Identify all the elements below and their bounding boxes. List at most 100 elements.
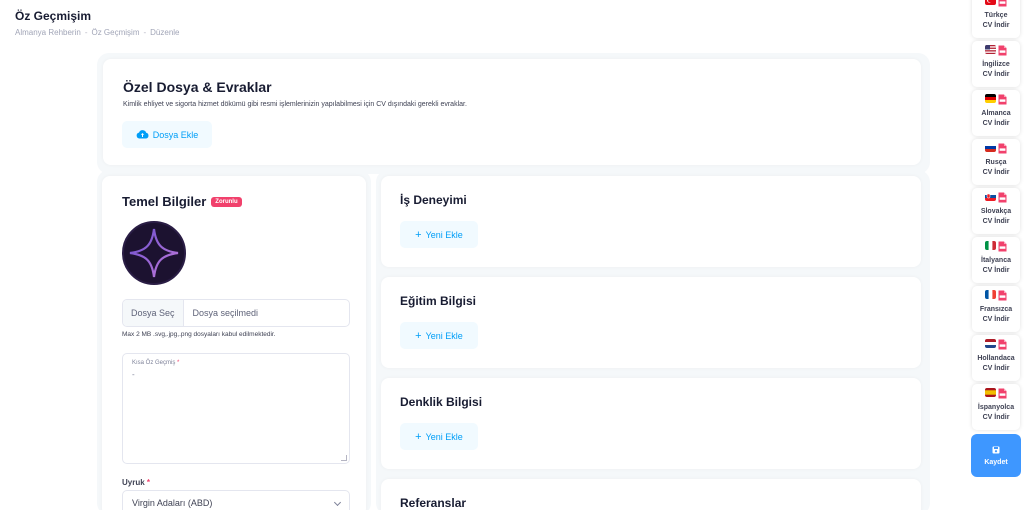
save-button[interactable]: Kaydet [971,434,1021,477]
avatar [122,221,186,285]
cv-download-label: CV İndir [982,218,1010,225]
breadcrumb: Almanya Rehberin - Öz Geçmişim - Düzenle [15,28,180,37]
references-card: Referanslar [381,479,921,510]
docs-description: Kimlik ehliyet ve sigorta hizmet dökümü … [123,101,467,108]
plus-icon: + [415,228,422,241]
flag-es-icon [985,388,996,397]
pdf-icon [998,0,1007,7]
equivalence-card: Denklik Bilgisi + Yeni Ekle [381,378,921,469]
flag-de-icon [985,94,996,103]
cv-download-fr[interactable]: Fransızca CV İndir [972,286,1020,332]
file-status: Dosya seçilmedi [192,308,259,318]
cv-download-nl[interactable]: Hollandaca CV İndir [972,335,1020,381]
flag-fr-icon [985,290,996,299]
save-label: Kaydet [984,458,1008,466]
sections-wrapper: İş Deneyimi + Yeni Ekle Eğitim Bilgisi +… [376,170,930,510]
page-title: Öz Geçmişim [15,9,92,23]
pdf-icon [998,388,1007,399]
side-icons [985,0,1007,8]
add-experience-button[interactable]: + Yeni Ekle [400,221,478,248]
avatar-file-input[interactable]: Dosya Seç Dosya seçilmedi [122,299,350,327]
docs-section-wrapper: Özel Dosya & Evraklar Kimlik ehliyet ve … [97,53,930,174]
pdf-icon [998,94,1007,105]
pdf-icon [998,290,1007,301]
cv-download-ru[interactable]: Rusça CV İndir [972,139,1020,185]
language-label: Almanca [981,110,1011,117]
language-label: İspanyolca [977,404,1015,411]
breadcrumb-separator: - [84,28,88,37]
side-icons [985,45,1007,57]
flag-sk-icon [985,192,996,201]
cv-download-it[interactable]: İtalyanca CV İndir [972,237,1020,283]
education-title: Eğitim Bilgisi [400,294,477,308]
resize-handle-icon[interactable] [341,455,347,461]
breadcrumb-item-edit: Düzenle [150,28,180,37]
file-hint: Max 2 MB .svg,.jpg,.png dosyaları kabul … [122,331,276,338]
language-label: Fransızca [979,306,1013,313]
side-icons [985,388,1007,400]
experience-card: İş Deneyimi + Yeni Ekle [381,176,921,267]
language-label: Slovakça [980,208,1012,215]
language-label: İtalyanca [981,257,1011,264]
side-icons [985,339,1007,351]
chevron-down-icon [333,498,342,507]
education-card: Eğitim Bilgisi + Yeni Ekle [381,277,921,368]
experience-title: İş Deneyimi [400,193,467,207]
breadcrumb-separator: - [143,28,147,37]
cv-download-de[interactable]: Almanca CV İndir [972,90,1020,136]
flag-nl-icon [985,339,996,348]
references-title: Referanslar [400,496,467,510]
flag-it-icon [985,241,996,250]
pdf-icon [998,339,1007,350]
cv-download-es[interactable]: İspanyolca CV İndir [972,384,1020,430]
cv-download-sk[interactable]: Slovakça CV İndir [972,188,1020,234]
docs-title: Özel Dosya & Evraklar [123,79,272,95]
short-summary-label: Kısa Öz Geçmiş * [132,360,180,366]
side-icons [985,94,1007,106]
flag-tr-icon [985,0,996,5]
cv-download-label: CV İndir [982,316,1010,323]
add-education-button[interactable]: + Yeni Ekle [400,322,478,349]
language-label: Rusça [985,159,1007,166]
choose-file-button[interactable]: Dosya Seç [123,300,184,326]
flag-ru-icon [985,143,996,152]
side-icons [985,290,1007,302]
page-header: Öz Geçmişim Almanya Rehberin - Öz Geçmiş… [15,9,180,37]
basic-info-title: Temel Bilgiler Zorunlu [122,194,242,209]
pdf-icon [998,45,1007,56]
plus-icon: + [415,329,422,342]
cv-download-label: CV İndir [982,71,1010,78]
nationality-label: Uyruk * [122,478,151,487]
language-label: Hollandaca [977,355,1015,362]
add-document-label: Dosya Ekle [152,129,199,140]
breadcrumb-item-home[interactable]: Almanya Rehberin [15,28,81,37]
cloud-upload-icon [136,129,149,141]
breadcrumb-item-cv[interactable]: Öz Geçmişim [91,28,139,37]
flag-us-icon [985,45,996,54]
side-icons [985,241,1007,253]
basic-info-wrapper: Temel Bilgiler Zorunlu Dosya Seç Dosya s… [97,170,371,510]
docs-card: Özel Dosya & Evraklar Kimlik ehliyet ve … [103,59,921,165]
plus-icon: + [415,430,422,443]
nationality-select[interactable]: Virgin Adaları (ABD) [122,490,350,510]
save-icon [992,446,1000,456]
cv-download-us[interactable]: İngilizce CV İndir [972,41,1020,87]
cv-download-label: CV İndir [982,22,1010,29]
short-summary-textarea[interactable]: Kısa Öz Geçmiş * - [122,353,350,464]
pdf-icon [998,192,1007,203]
add-education-label: Yeni Ekle [425,330,463,341]
add-experience-label: Yeni Ekle [425,229,463,240]
cv-download-label: CV İndir [982,267,1010,274]
add-document-button[interactable]: Dosya Ekle [122,121,212,148]
cv-download-label: CV İndir [982,365,1010,372]
cv-download-label: CV İndir [982,169,1010,176]
cv-download-label: CV İndir [982,120,1010,127]
side-icons [985,192,1007,204]
cv-download-label: CV İndir [982,414,1010,421]
add-equivalence-button[interactable]: + Yeni Ekle [400,423,478,450]
pdf-icon [998,241,1007,252]
cv-download-tr[interactable]: Türkçe CV İndir [972,0,1020,38]
short-summary-value: - [132,370,135,379]
equivalence-title: Denklik Bilgisi [400,395,483,409]
side-icons [985,143,1007,155]
